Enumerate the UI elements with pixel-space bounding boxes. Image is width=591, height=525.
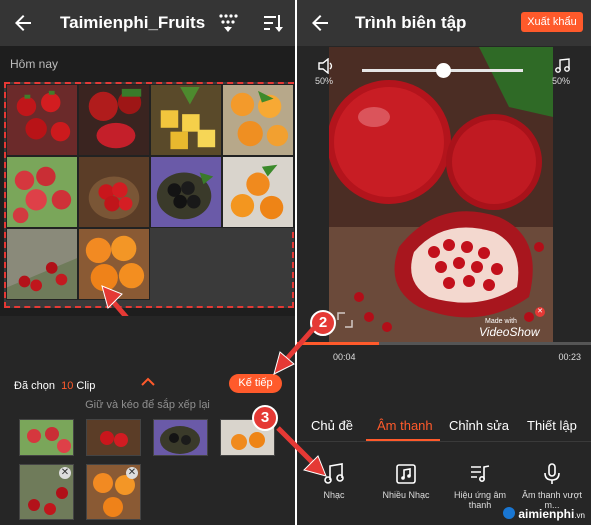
clip-thumb-lychees[interactable] [6,156,78,228]
tool-sound-effects[interactable]: Hiệu ứng âm thanh [445,462,515,510]
tangerine-photo [223,157,293,227]
selected-clip-6[interactable]: ✕ [86,464,141,520]
blackberry-thumb [154,420,207,455]
clip-thumb-strawberries[interactable] [6,84,78,156]
clip-thumb-pineapple[interactable] [150,84,222,156]
tool-music-label: Nhạc [323,490,345,500]
selected-suffix: Clip [76,380,96,392]
sound-effect-icon [471,465,490,483]
remove-clip-6-icon[interactable]: ✕ [126,467,138,479]
arrow-2-icon [273,326,316,375]
clip-thumb-strawberry-bowl[interactable] [78,156,150,228]
tool-multi-music[interactable]: Nhiều Nhạc [371,462,441,500]
chevron-up-icon[interactable] [140,376,156,386]
clip-grid [4,82,294,308]
watermark: Made with VideoShow [479,318,540,339]
watermark-brand: VideoShow [479,325,540,339]
playback-progress[interactable] [297,342,591,345]
multi-music-icon [396,464,416,484]
export-button[interactable]: Xuất khẩu [521,12,583,32]
brand-sub: .vn [574,511,585,520]
pomegranate-video-frame [329,47,553,345]
selected-prefix: Đã chọn [14,380,55,392]
music-volume-value: 50% [552,76,571,86]
expand-icon[interactable] [335,310,355,330]
back-arrow-icon[interactable] [11,11,35,35]
tabs-divider [297,441,591,442]
clip-thumb-cherries[interactable] [6,228,78,300]
slider-knob[interactable] [435,63,451,78]
watermark-top: Made with [485,318,517,325]
selected-clip-5[interactable]: ✕ [19,464,74,520]
reorder-hint: Giữ và kéo để sắp xếp lại [85,399,210,411]
pineapple-photo [151,85,221,155]
sort-icon[interactable] [262,12,284,34]
selected-clip-1[interactable] [19,419,74,456]
lychee-photo [7,157,77,227]
selected-count: 10 [61,380,74,392]
pomegranate-photo [79,85,149,155]
taimienphi-logo: aimienphi.vn [503,507,585,521]
app-bar: Taimienphi_Fruits [0,0,295,46]
cherry-photo [7,229,77,299]
tab-edit[interactable]: Chỉnh sửa [449,418,509,433]
tool-sound-effects-label: Hiệu ứng âm thanh [453,490,507,510]
video-preview[interactable]: ✕ [329,47,553,345]
video-volume-value: 50% [315,76,334,86]
microphone-icon [544,463,560,484]
strawberry-photo [7,85,77,155]
clip-thumb-pomegranates[interactable] [78,84,150,156]
back-arrow-icon[interactable] [308,11,332,35]
editor-app-bar: Trình biên tập Xuất khẩu [297,0,591,46]
selected-clip-2[interactable] [86,419,141,456]
lychee-thumb [20,420,73,455]
clip-thumb-apricots[interactable] [222,84,294,156]
remove-clip-5-icon[interactable]: ✕ [59,467,71,479]
apricot-photo [223,85,293,155]
album-title: Taimienphi_Fruits [60,13,206,32]
selection-tray: Đã chọn 10 Clip Kế tiếp Giữ và kéo để sắ… [0,316,295,525]
arrow-3-icon [276,426,327,477]
selected-count-line: Đã chọn 10 Clip [14,380,95,392]
editor-tabs: Chủ đề Âm thanh Chỉnh sửa Thiết lập [297,410,591,441]
remove-watermark-icon[interactable]: ✕ [535,307,545,317]
clip-thumb-tangerines[interactable] [222,156,294,228]
music-note-icon[interactable] [554,58,572,74]
tab-settings[interactable]: Thiết lập [527,418,577,433]
time-total: 00:23 [558,352,581,362]
tool-multi-music-label: Nhiều Nhạc [382,490,430,500]
tool-voice-over[interactable]: Âm thanh vượt m... [517,462,587,510]
tab-audio[interactable]: Âm thanh [377,418,433,433]
selected-clip-3[interactable] [153,419,208,456]
volume-balance-slider[interactable] [362,63,523,78]
blackberry-photo [151,157,221,227]
clip-thumb-blackberries[interactable] [150,156,222,228]
date-section-header: Hôm nay [10,57,59,71]
time-current: 00:04 [333,352,356,362]
editor-title: Trình biên tập [355,13,467,32]
strawberry-bowl-thumb [87,420,140,455]
clip-picker-screen: Taimienphi_Fruits Hôm nay Đã chọn 10 Cli… [0,0,295,525]
speaker-icon[interactable] [317,58,335,74]
strawberry-bowl-photo [79,157,149,227]
grid-dots-icon[interactable] [217,12,239,34]
brand-text: aimienphi [518,507,575,521]
editor-screen: Trình biên tập Xuất khẩu ✕ Made with Vid… [297,0,591,525]
